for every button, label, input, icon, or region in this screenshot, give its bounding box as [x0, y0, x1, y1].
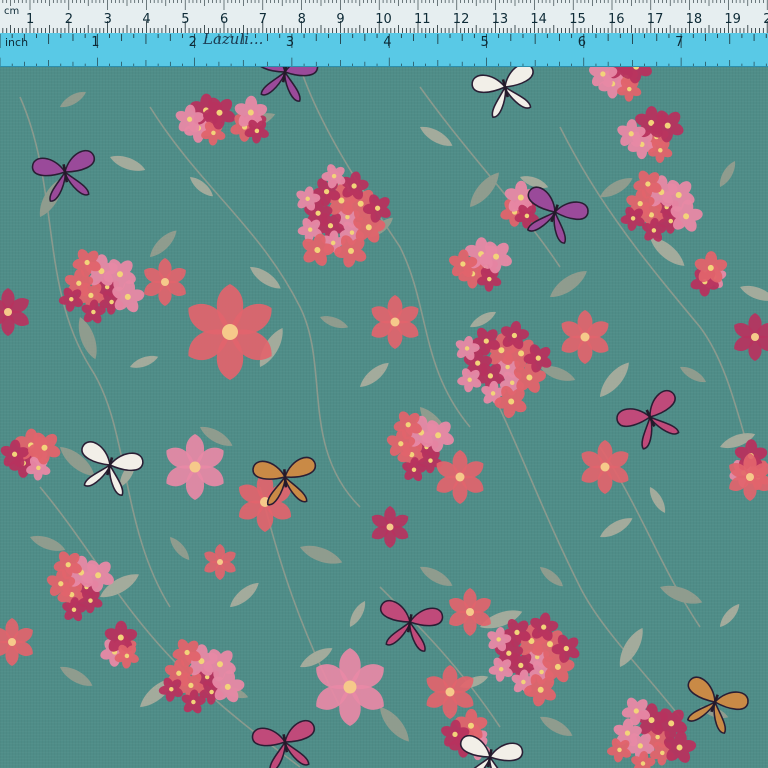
large-flower	[371, 295, 419, 349]
leaf	[226, 578, 263, 612]
leaf	[57, 88, 89, 111]
leaf	[374, 702, 415, 746]
inch-number: 5	[481, 35, 489, 50]
leaf	[146, 226, 181, 261]
cm-number: 3	[104, 12, 112, 27]
handwritten-note: Lazuli...	[202, 30, 263, 48]
butterfly	[250, 718, 322, 768]
cm-number: 1	[26, 12, 34, 27]
cm-number: 11	[414, 12, 431, 27]
cm-number: 2	[763, 12, 768, 27]
large-flower	[0, 618, 33, 666]
floral-pattern	[0, 67, 768, 768]
large-flower	[166, 434, 224, 500]
cm-number: 7	[259, 12, 267, 27]
leaf	[677, 363, 709, 386]
large-flower	[371, 506, 409, 548]
cm-number: 4	[142, 12, 150, 27]
leaf	[597, 513, 636, 542]
inch-number: 2	[189, 35, 197, 50]
cm-number: 17	[647, 12, 664, 27]
leaf	[417, 562, 456, 591]
cm-number: 19	[724, 12, 741, 27]
leaf	[467, 308, 499, 331]
leaf	[546, 265, 591, 303]
leaf	[57, 662, 96, 691]
inch-number: 3	[286, 35, 294, 50]
cm-number: 16	[608, 12, 625, 27]
inch-number: 1	[91, 35, 99, 50]
leaf	[646, 484, 669, 516]
inch-label: inch	[5, 36, 28, 49]
large-flower	[436, 450, 484, 504]
large-flower	[144, 258, 186, 306]
large-flower	[204, 544, 236, 580]
leaf	[537, 563, 566, 590]
leaf	[738, 281, 768, 306]
cm-number: 8	[298, 12, 306, 27]
leaf	[537, 712, 576, 741]
cm-number: 2	[65, 12, 73, 27]
inch-number: 7	[675, 35, 683, 50]
large-flower	[734, 313, 768, 361]
leaf	[246, 262, 284, 294]
butterfly	[675, 673, 752, 739]
leaf	[28, 531, 68, 556]
leaf	[657, 580, 705, 609]
inch-number: 4	[383, 35, 391, 50]
leaf	[346, 598, 369, 630]
butterfly	[613, 387, 691, 455]
floral-fabric	[0, 67, 768, 768]
leaf	[166, 534, 193, 563]
leaf	[614, 624, 649, 671]
cm-label: cm	[4, 6, 19, 17]
butterfly	[373, 598, 445, 655]
leaf	[594, 358, 635, 402]
leaf	[108, 151, 148, 176]
ruler-scale: 1 2 3 4 5 6 7 8 9 10 11 12 13 14 15 16 17 18 19 2 1234567 c…	[0, 0, 768, 66]
leaf	[297, 540, 345, 569]
cm-number: 5	[181, 12, 189, 27]
cm-number: 10	[375, 12, 392, 27]
leaf	[128, 352, 160, 372]
measuring-ruler: 1 2 3 4 5 6 7 8 9 10 11 12 13 14 15 16 17 18 19 2 1234567 c…	[0, 0, 768, 67]
inch-number: 6	[578, 35, 586, 50]
butterfly	[30, 148, 102, 205]
leaf	[716, 158, 739, 190]
cm-number: 15	[569, 12, 586, 27]
leaf	[318, 312, 350, 332]
leaf	[716, 601, 743, 630]
large-flower	[0, 288, 29, 336]
butterfly	[248, 67, 320, 105]
large-flower	[188, 284, 272, 380]
leaf	[356, 358, 393, 392]
leaf	[464, 168, 505, 212]
butterfly	[469, 67, 543, 122]
cm-number: 6	[220, 12, 228, 27]
large-flower	[449, 588, 491, 636]
cm-number: 18	[686, 12, 703, 27]
cm-number: 9	[336, 12, 344, 27]
cm-number: 12	[453, 12, 470, 27]
cm-number: 13	[492, 12, 509, 27]
inch-numbers: 1 2 3 4 5 6 7	[91, 35, 683, 50]
cm-number: 14	[530, 12, 547, 27]
large-flower	[561, 310, 609, 364]
